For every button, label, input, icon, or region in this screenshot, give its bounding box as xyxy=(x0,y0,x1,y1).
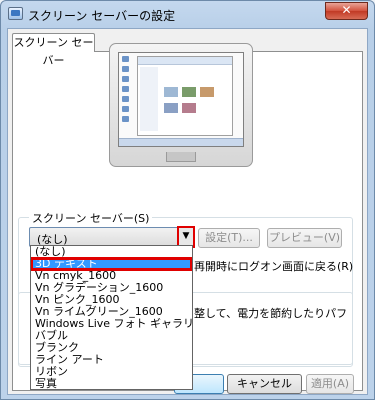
apply-button[interactable]: 適用(A) xyxy=(306,374,354,394)
cancel-button[interactable]: キャンセル xyxy=(227,374,302,394)
resume-logon-label[interactable]: 再開時にログオン画面に戻る(R) xyxy=(194,258,353,274)
screensaver-select[interactable]: (なし) ▼ xyxy=(29,226,195,248)
preview-explorer-window xyxy=(137,56,233,136)
power-description: 整して、電力を節約したりパフ xyxy=(194,307,348,320)
close-button[interactable]: ✕ xyxy=(325,2,368,20)
window-title: スクリーン セーバーの設定 xyxy=(28,9,176,23)
preview-button[interactable]: プレビュー(V) xyxy=(267,228,342,248)
title-bar[interactable]: スクリーン セーバーの設定 ✕ xyxy=(1,1,374,29)
preview-screen xyxy=(118,52,244,147)
monitor-stand xyxy=(166,152,196,162)
tab-screensaver[interactable]: スクリーン セーバー xyxy=(12,33,95,67)
settings-button[interactable]: 設定(T)... xyxy=(198,228,260,248)
desktop-icons xyxy=(122,56,130,126)
display-settings-icon xyxy=(8,7,23,20)
close-icon: ✕ xyxy=(341,3,352,17)
screensaver-group-label: スクリーン セーバー(S) xyxy=(29,210,153,226)
dropdown-option[interactable]: 写真 xyxy=(31,378,192,390)
screensaver-dropdown-list[interactable]: (なし) 3D テキスト Vn cmyk_1600 Vn グラデーション_160… xyxy=(30,245,193,390)
dialog-window: スクリーン セーバーの設定 ✕ スクリーン セーバー スクリーン セーバー(S)… xyxy=(0,0,375,400)
preview-taskbar xyxy=(119,138,243,146)
chevron-down-icon: ▼ xyxy=(182,231,190,241)
monitor-preview xyxy=(109,43,253,167)
